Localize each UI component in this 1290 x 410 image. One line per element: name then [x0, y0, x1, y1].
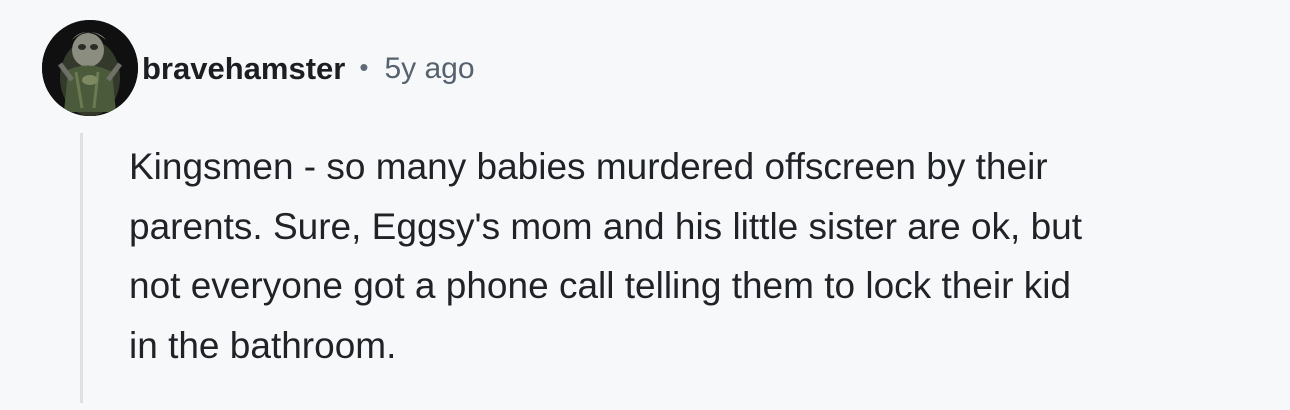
username-link[interactable]: bravehamster [142, 51, 345, 87]
thread-collapse-line[interactable] [80, 133, 83, 403]
avatar[interactable] [42, 20, 138, 116]
comment-body-line: parents. Sure, Eggsy's mom and his littl… [129, 205, 1083, 247]
comment-body-line: not everyone got a phone call telling th… [129, 265, 1072, 306]
separator-dot: • [359, 51, 369, 82]
comment-body: Kingsmen - so many babies murdered offsc… [129, 137, 1269, 375]
comment: bravehamster • 5y ago Kingsmen - so many… [0, 0, 1290, 410]
avatar-image [42, 20, 138, 116]
timestamp[interactable]: 5y ago [384, 52, 474, 86]
comment-header: bravehamster • 5y ago [142, 46, 475, 92]
comment-body-line: Kingsmen - so many babies murdered offsc… [129, 146, 1048, 187]
comment-body-line: in the bathroom. [129, 324, 397, 366]
